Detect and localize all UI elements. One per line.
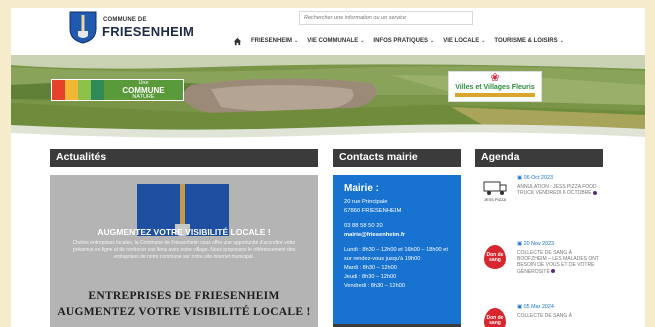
chevron-down-icon: ⌄ [559,38,564,44]
logo-title[interactable]: FRIESENHEIM [102,24,194,39]
nature-text: Une COMMUNE NATURE [104,80,183,101]
agenda-item[interactable]: Don de sang ▣ 20 Nov 2023 COLLECTE DE SA… [475,241,603,277]
food-truck-icon [483,181,507,195]
agenda-date: ▣ 06 Oct 2023 [517,175,553,181]
agenda-title-text: ANNULATION : JESS PIZZA FOOD TRUCK VENDR… [517,184,597,197]
contact-address-line1: 20 rue Principale [344,199,388,205]
nav-label: VIE LOCALE [443,38,480,44]
chevron-down-icon: ⌄ [481,38,486,44]
contact-hours-tuesday: Mardi : 8h30 – 12h00 [344,265,397,271]
contact-title: Mairie : [344,183,380,194]
site-header: COMMUNE DE FRIESENHEIM Rechercher une in… [11,8,645,55]
section-title-agenda: Agenda [475,149,603,167]
hero-banner: Une COMMUNE NATURE ❀ Villes et Villages … [11,55,645,141]
villes-title: Villes et Villages Fleuris [455,84,535,91]
contact-hours-monday: Lundi : 8h30 – 12h00 et 16h00 – 18h00 et… [344,247,448,262]
home-icon[interactable] [233,37,242,46]
agenda-thumbnail: Don de sang [478,304,512,327]
thumb-label: Don de sang [486,252,504,263]
contact-card: Mairie : 20 rue Principale 67860 FRIESEN… [333,175,461,327]
nav-label: TOURISME & LOISIRS [494,38,558,44]
nav-item-vie-communale[interactable]: VIE COMMUNALE ⌄ [307,38,364,44]
agenda-item[interactable]: Don de sang ▣ 05 Mar 2024 COLLECTE DE SA… [475,304,603,327]
chevron-down-icon: ⌄ [429,38,435,44]
nav-item-infos-pratiques[interactable]: INFOS PRATIQUES ⌄ [373,38,434,44]
agenda-date: ▣ 20 Nov 2023 [517,241,554,247]
nav-item-tourisme-loisirs[interactable]: TOURISME & LOISIRS ⌄ [494,38,563,44]
nav-label: FRIESENHEIM [251,38,293,44]
agenda-title-text: COLLECTE DE SANG À [517,313,573,319]
calendar-icon: ▣ [517,304,524,310]
villes-fleuris-badge[interactable]: ❀ Villes et Villages Fleuris [448,71,542,102]
contact-email[interactable]: mairie@friesenheim.fr [344,231,450,240]
news-headline: AUGMENTEZ VOTRE VISIBILITÉ LOCALE ! [97,227,271,237]
nature-line2: COMMUNE [122,85,165,95]
chevron-down-icon: ⌄ [360,38,365,44]
agenda-thumbnail: Don de sang [478,241,512,273]
contact-address-line2: 67860 FRIESENHEIM [344,208,402,214]
agenda-date-text: 05 Mar 2024 [523,304,554,310]
status-dot-icon [551,269,556,274]
pizza-truck-icon: JESS PIZZA [482,178,508,204]
contact-phone[interactable]: 03 88 58 50 20 [344,222,450,231]
coat-of-arms-icon[interactable] [69,11,97,44]
section-title-contacts: Contacts mairie [333,149,461,167]
nature-line3: NATURE [132,93,155,100]
logo-subtitle[interactable]: COMMUNE DE [103,17,147,23]
blood-drop-icon: Don de sang [484,308,506,327]
nav-label: INFOS PRATIQUES [373,38,428,44]
main-nav: FRIESENHEIM ⌄ VIE COMMUNALE ⌄ INFOS PRATIQ… [233,35,564,47]
nav-item-friesenheim[interactable]: FRIESENHEIM ⌄ [251,38,298,44]
nav-item-vie-locale[interactable]: VIE LOCALE ⌄ [443,38,485,44]
nav-label: VIE COMMUNALE [307,38,359,44]
news-big-subtitle: AUGMENTEZ VOTRE VISIBILITÉ LOCALE ! [57,306,311,318]
section-title-actualites: Actualités [50,149,318,167]
chevron-down-icon: ⌄ [294,38,299,44]
commune-nature-badge[interactable]: Une COMMUNE NATURE [51,79,184,101]
thumb-label: JESS PIZZA [483,197,507,202]
contact-hours-friday: Vendredi : 8h30 – 12h00 [344,283,405,289]
contact-hours-thursday: Jeudi : 8h30 – 12h00 [344,274,397,280]
agenda-item[interactable]: JESS PIZZA ▣ 06 Oct 2023 ANNULATION : JE… [475,175,603,211]
news-description: Chères entreprises locales, la Commune d… [72,240,296,260]
agenda-thumbnail: JESS PIZZA [478,175,512,207]
page-frame: COMMUNE DE FRIESENHEIM Rechercher une in… [11,8,645,327]
calendar-icon: ▣ [517,175,524,181]
calendar-icon: ▣ [517,241,524,247]
news-big-title: ENTREPRISES DE FRIESENHEIM [88,290,280,302]
villes-ribbon [455,93,535,97]
agenda-title-text: COLLECTE DE SANG À BOOFZHEIM – LES MALAD… [517,250,599,275]
flower-icon: ❀ [490,72,500,84]
nature-photos [52,80,104,100]
thumb-label: Don de sang [486,315,504,326]
nature-line1: Une [138,79,149,86]
agenda-date-text: 06 Oct 2023 [523,175,553,181]
agenda-date: ▣ 05 Mar 2024 [517,304,554,310]
agenda-date-text: 20 Nov 2023 [523,241,555,247]
agenda-title: ANNULATION : JESS PIZZA FOOD TRUCK VENDR… [517,184,603,196]
search-input[interactable]: Rechercher une information ou un service [299,11,473,25]
status-dot-icon [593,190,598,195]
agenda-title: COLLECTE DE SANG À BOOFZHEIM – LES MALAD… [517,250,603,275]
agenda-title: COLLECTE DE SANG À [517,313,603,319]
news-card[interactable]: AUGMENTEZ VOTRE VISIBILITÉ LOCALE ! Chèr… [50,175,318,327]
blood-drop-icon: Don de sang [484,245,506,269]
